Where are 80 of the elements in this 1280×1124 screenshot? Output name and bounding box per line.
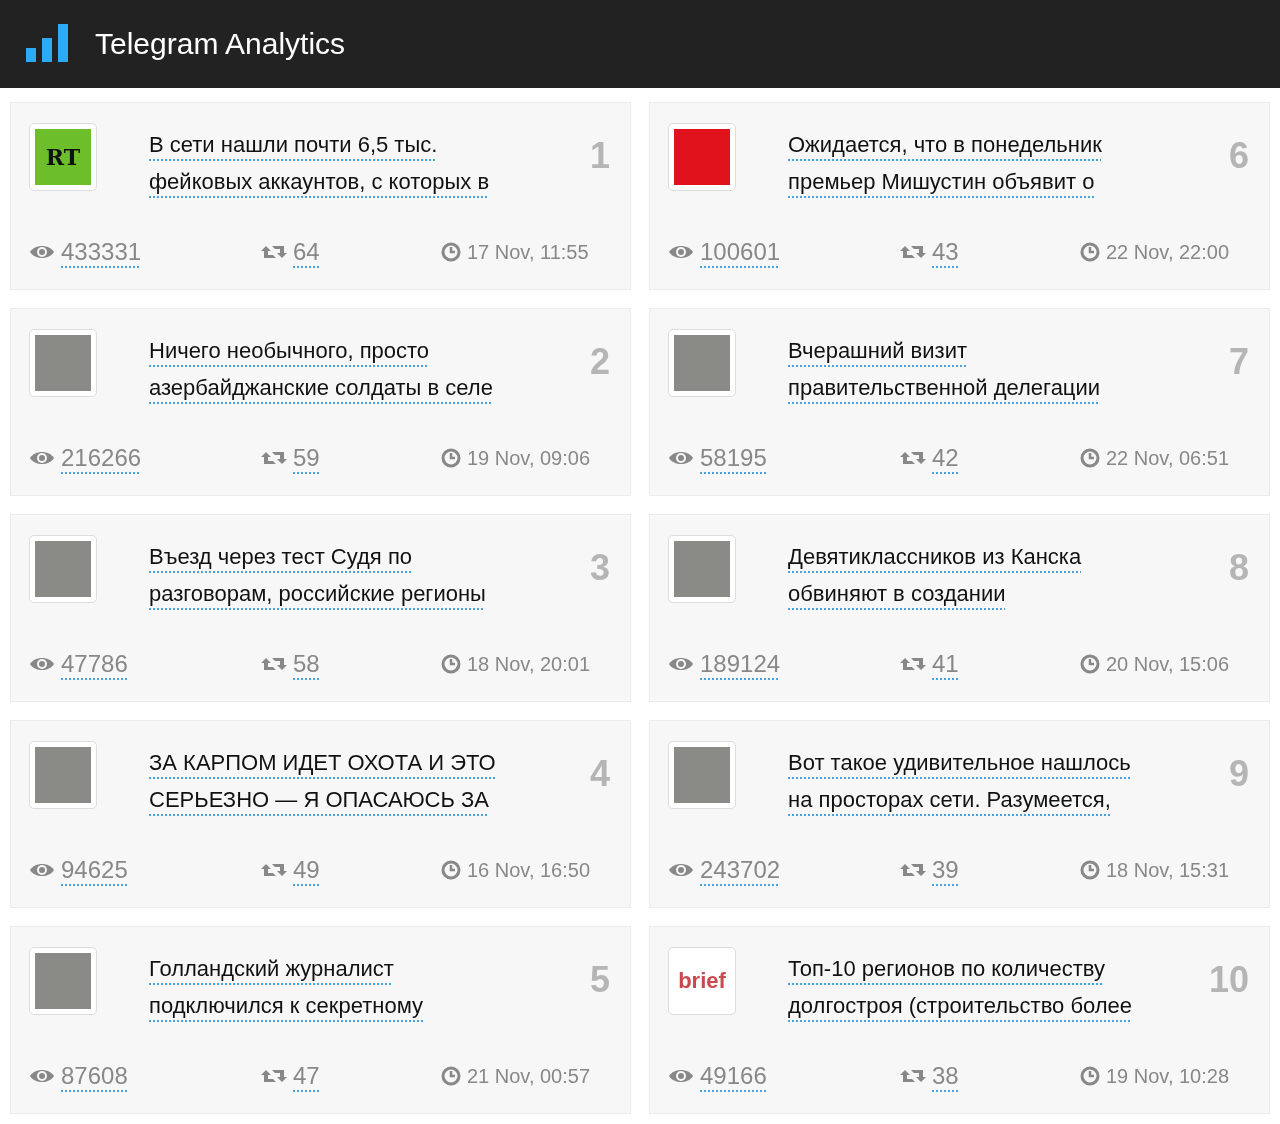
eye-icon [668,449,694,467]
views-count[interactable]: 216266 [61,444,142,472]
post-title-link[interactable]: Голландский журналист подключился к секретному [149,950,590,1024]
repost-count[interactable]: 39 [932,856,959,884]
post-title-link[interactable]: Ничего необычного, просто азербайджанские солдаты в селе [149,332,590,406]
photo-placeholder [35,335,91,391]
eye-icon [29,861,55,879]
repost-count[interactable]: 42 [932,444,959,472]
post-date: 19 Nov, 10:28 [1106,1064,1230,1088]
post-date: 21 Nov, 00:57 [467,1064,591,1088]
post-date: 17 Nov, 11:55 [467,240,589,264]
post-date: 18 Nov, 20:01 [467,652,591,676]
app-title: Telegram Analytics [95,27,346,61]
rank-number: 1 [589,135,610,177]
clock-icon [1080,242,1100,262]
rank-number: 4 [589,753,610,795]
eye-icon [29,243,55,261]
views-count[interactable]: 47786 [61,650,128,678]
views-count[interactable]: 94625 [61,856,128,884]
eye-icon [29,449,55,467]
logo-text: brief [678,968,726,994]
repost-count[interactable]: 64 [293,238,320,266]
clock-icon [1080,860,1100,880]
rank-number: 6 [1228,135,1249,177]
clock-icon [441,654,461,674]
rank-number: 9 [1228,753,1249,795]
repost-count[interactable]: 41 [932,650,959,678]
clock-icon [441,242,461,262]
views-count[interactable]: 49166 [700,1062,767,1090]
logo-text: RT [45,144,81,170]
clock-icon [441,1066,461,1086]
views-count[interactable]: 58195 [700,444,767,472]
rank-number: 10 [1208,959,1249,1001]
repost-count[interactable]: 43 [932,238,959,266]
photo-placeholder [674,747,730,803]
repost-count[interactable]: 38 [932,1062,959,1090]
post-title-link[interactable]: Вчерашний визит правительственной делегации [788,332,1229,406]
photo-placeholder [674,541,730,597]
photo-placeholder [674,335,730,391]
post-title-link[interactable]: Девятиклассников из Канска обвиняют в создании [788,538,1229,612]
clock-icon [441,860,461,880]
post-title-link[interactable]: Топ-10 регионов по количеству долгостроя (строительство более [788,950,1209,1024]
eye-icon [29,655,55,673]
post-date: 19 Nov, 09:06 [467,446,591,470]
repost-count[interactable]: 47 [293,1062,320,1090]
views-count[interactable]: 243702 [700,856,781,884]
post-date: 18 Nov, 15:31 [1106,858,1230,882]
clock-icon [1080,1066,1100,1086]
rank-number: 8 [1228,547,1249,589]
clock-icon [1080,448,1100,468]
photo-placeholder [35,541,91,597]
views-count[interactable]: 87608 [61,1062,128,1090]
repost-count[interactable]: 59 [293,444,320,472]
repost-count[interactable]: 49 [293,856,320,884]
views-count[interactable]: 433331 [61,238,142,266]
clock-icon [1080,654,1100,674]
views-count[interactable]: 189124 [700,650,781,678]
eye-icon [668,655,694,673]
views-count[interactable]: 100601 [700,238,781,266]
photo-placeholder [35,747,91,803]
rank-number: 7 [1228,341,1249,383]
repost-count[interactable]: 58 [293,650,320,678]
rank-number: 2 [589,341,610,383]
post-date: 22 Nov, 22:00 [1106,240,1230,264]
post-title-link[interactable]: Въезд через тест Судя по разговорам, российские регионы [149,538,590,612]
eye-icon [29,1067,55,1085]
post-title-link[interactable]: ЗА КАРПОМ ИДЕТ ОХОТА И ЭТО СЕРЬЕЗНО — Я ОПАСАЮСЬ ЗА [149,744,590,818]
rank-number: 5 [589,959,610,1001]
post-title-link[interactable]: Вот такое удивительное нашлось на просторах сети. Разумеется, [788,744,1229,818]
eye-icon [668,861,694,879]
post-date: 22 Nov, 06:51 [1106,446,1230,470]
post-date: 20 Nov, 15:06 [1106,652,1230,676]
eye-icon [668,1067,694,1085]
post-title-link[interactable]: Ожидается, что в понедельник премьер Мишустин объявит о [788,126,1229,200]
post-date: 16 Nov, 16:50 [467,858,591,882]
clock-icon [441,448,461,468]
rank-number: 3 [589,547,610,589]
photo-placeholder [35,953,91,1009]
post-title-link[interactable]: В сети нашли почти 6,5 тыс. фейковых аккаунтов, с которых в [149,126,590,200]
eye-icon [668,243,694,261]
